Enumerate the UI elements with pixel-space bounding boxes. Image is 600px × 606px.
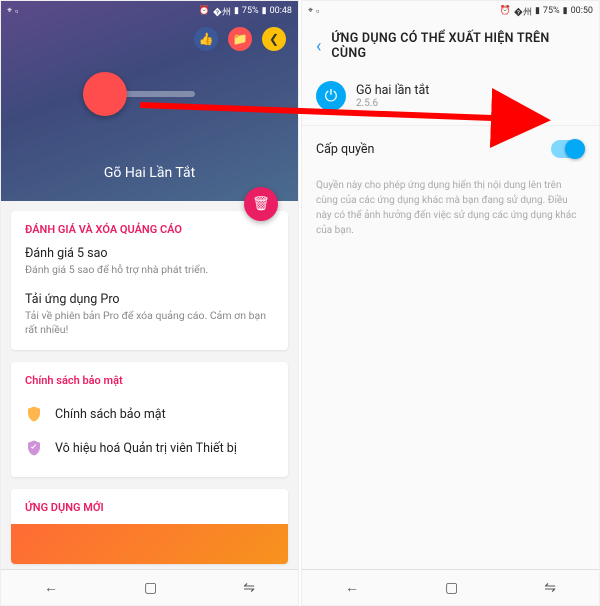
alarm-icon: ⏰ <box>500 6 511 16</box>
battery-label: 75% <box>242 6 259 16</box>
signal-icon: ▮ <box>234 6 239 16</box>
battery-label: 75% <box>543 6 560 16</box>
permission-row: Cấp quyền <box>302 125 599 172</box>
location-icon: ⌖ <box>308 6 313 16</box>
app-version: 2.5.6 <box>356 98 429 109</box>
right-content: ‹ ỨNG DỤNG CÓ THỂ XUẤT HIỆN TRÊN CÙNG ⏻ … <box>302 1 599 569</box>
navbar-right: ← ▢ ⇋ <box>302 569 599 605</box>
permission-description: Quyền này cho phép ứng dụng hiển thị nội… <box>302 172 599 238</box>
check-shield-icon <box>25 439 43 457</box>
thumb-icon: 👍 <box>199 32 214 46</box>
share-button[interactable]: ❮ <box>262 27 286 51</box>
app-power-icon: ⏻ <box>316 81 346 111</box>
trash-icon: 🗑 <box>252 196 270 212</box>
section-title-new: ỨNG DỤNG MỚI <box>25 501 274 514</box>
hero-banner: 👍 📁 ❮ Gõ Hai Lần Tắt <box>1 1 298 201</box>
rate-5-star[interactable]: Đánh giá 5 sao <box>25 246 274 261</box>
phone-left: ⌖ ▫ ⏰ �州 ▮ 75% ▮ 00:48 👍 📁 ❮ Gõ Ha <box>0 0 299 606</box>
phone-right: ⌖ ▫ ⏰ �州 ▮ 75% ▮ 00:50 ‹ ỨNG DỤNG CÓ THỂ… <box>301 0 600 606</box>
rate-5-star-sub: Đánh giá 5 sao để hỗ trợ nhà phát triển. <box>25 263 274 278</box>
sim-icon: ▫ <box>15 6 18 17</box>
nav-home[interactable]: ▢ <box>445 580 458 596</box>
clock-left: 00:48 <box>270 6 292 16</box>
app-info-row: ⏻ Gõ hai lần tắt 2.5.6 <box>302 75 599 125</box>
nav-home[interactable]: ▢ <box>144 580 157 596</box>
card-privacy: Chính sách bảo mật Chính sách bảo mật Vô… <box>11 362 288 477</box>
shield-icon <box>25 405 43 423</box>
signal-icon: ▮ <box>535 6 540 16</box>
permission-toggle[interactable] <box>551 140 585 158</box>
nav-back[interactable]: ← <box>44 579 58 596</box>
section-title-privacy: Chính sách bảo mật <box>25 374 274 387</box>
location-icon: ⌖ <box>7 6 12 16</box>
navbar-left: ← ▢ ⇋ <box>1 569 298 605</box>
card-rating: ĐÁNH GIÁ VÀ XÓA QUẢNG CÁO Đánh giá 5 sao… <box>11 211 288 350</box>
statusbar-right: ⌖ ▫ ⏰ �州 ▮ 75% ▮ 00:50 <box>302 1 599 21</box>
slider[interactable] <box>105 91 195 97</box>
like-button[interactable]: 👍 <box>194 27 218 51</box>
new-apps-image[interactable] <box>11 524 288 564</box>
share-icon: ❮ <box>269 32 279 46</box>
slider-thumb[interactable] <box>83 72 127 116</box>
clock-right: 00:50 <box>571 6 593 16</box>
sim-icon: ▫ <box>316 6 319 17</box>
power-icon: ⏻ <box>325 86 338 106</box>
app-name: Gõ hai lần tắt <box>356 83 429 98</box>
permission-label: Cấp quyền <box>316 142 374 157</box>
download-pro-sub: Tải về phiên bản Pro để xóa quảng cáo. C… <box>25 309 274 338</box>
section-title-rating: ĐÁNH GIÁ VÀ XÓA QUẢNG CÁO <box>25 223 274 236</box>
card-new-apps: ỨNG DỤNG MỚI <box>11 489 288 564</box>
battery-icon: ▮ <box>262 6 267 16</box>
folder-button[interactable]: 📁 <box>228 27 252 51</box>
disable-admin-row[interactable]: Vô hiệu hoá Quản trị viên Thiết bị <box>25 431 274 465</box>
statusbar-left: ⌖ ▫ ⏰ �州 ▮ 75% ▮ 00:48 <box>1 1 298 21</box>
hero-title: Gõ Hai Lần Tắt <box>1 165 298 181</box>
alarm-icon: ⏰ <box>199 6 210 16</box>
download-pro[interactable]: Tải ứng dụng Pro <box>25 292 274 307</box>
folder-icon: 📁 <box>233 32 248 46</box>
nav-recent[interactable]: ⇋ <box>243 580 255 596</box>
delete-fab[interactable]: 🗑 <box>244 187 278 221</box>
disable-admin-label: Vô hiệu hoá Quản trị viên Thiết bị <box>55 441 237 456</box>
privacy-policy-row[interactable]: Chính sách bảo mật <box>25 397 274 431</box>
wifi-icon: �州 <box>514 5 532 18</box>
content-scroll[interactable]: ĐÁNH GIÁ VÀ XÓA QUẢNG CÁO Đánh giá 5 sao… <box>1 201 298 569</box>
battery-icon: ▮ <box>563 6 568 16</box>
page-title: ỨNG DỤNG CÓ THỂ XUẤT HIỆN TRÊN CÙNG <box>331 31 585 61</box>
privacy-policy-label: Chính sách bảo mật <box>55 407 166 422</box>
nav-back[interactable]: ← <box>345 579 359 596</box>
settings-header: ‹ ỨNG DỤNG CÓ THỂ XUẤT HIỆN TRÊN CÙNG <box>302 21 599 75</box>
wifi-icon: �州 <box>213 5 231 18</box>
back-button[interactable]: ‹ <box>316 36 321 57</box>
nav-recent[interactable]: ⇋ <box>544 580 556 596</box>
